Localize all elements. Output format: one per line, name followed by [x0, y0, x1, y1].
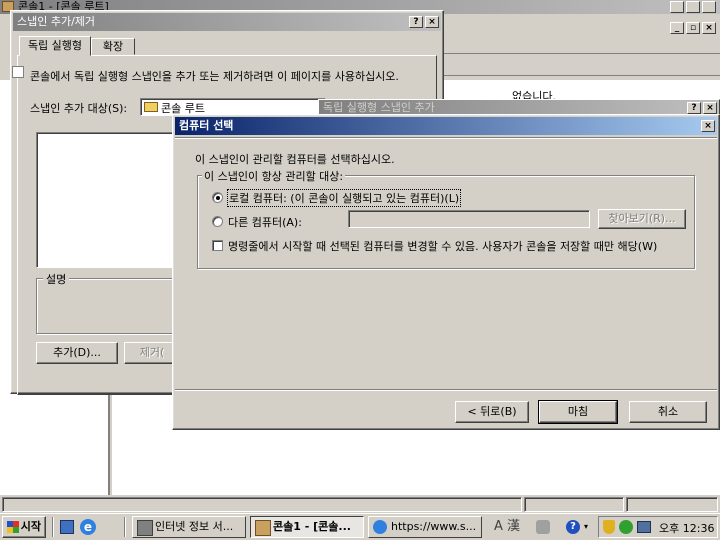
computer-header-separator [175, 137, 717, 139]
tray-security-icon[interactable] [619, 520, 633, 534]
add-button[interactable]: 추가(D)... [36, 342, 118, 364]
start-button[interactable]: 시작 [2, 516, 46, 538]
task-console[interactable]: 콘솔1 - [콘솔... [250, 516, 364, 538]
task-iis[interactable]: 인터넷 정보 서... [132, 516, 246, 538]
finish-button-label: 마침 [567, 405, 589, 418]
console-inner-controls: _ ▫ × [660, 20, 720, 36]
snapin-dialog-title: 스냅인 추가/제거 [17, 15, 96, 28]
status-cell-3 [626, 497, 718, 512]
browser-task-icon [373, 520, 387, 534]
clock: 오후 12:36 [659, 522, 715, 535]
console-task-icon [255, 520, 271, 536]
add-button-label: 추가(D)... [53, 346, 101, 359]
status-cell-2 [524, 497, 624, 512]
task-browser[interactable]: https://www.s... [368, 516, 482, 538]
other-computer-radio[interactable] [212, 216, 223, 227]
console-menubar [440, 38, 720, 54]
inner-restore-button[interactable]: ▫ [686, 22, 700, 34]
back-button-label: < 뒤로(B) [467, 405, 517, 418]
tab-extensions[interactable]: 확장 [91, 38, 135, 55]
description-group-label: 설명 [43, 271, 70, 287]
managed-target-group: 이 스냅인이 항상 관리할 대상: 로컬 컴퓨터: (이 콘솔이 실행되고 있는… [197, 168, 695, 269]
task-iis-label: 인터넷 정보 서... [155, 520, 234, 533]
ime-pad-icon[interactable] [536, 520, 550, 534]
tab-standalone[interactable]: 독립 실행형 [19, 36, 91, 56]
managed-target-label: 이 스냅인이 항상 관리할 대상: [202, 168, 346, 184]
computer-close-button[interactable]: × [701, 120, 715, 132]
ime-label: A 漢 [494, 519, 521, 534]
language-bar[interactable]: A 漢 [494, 518, 558, 536]
tab-page-icon [12, 66, 24, 78]
help-icon[interactable]: ? [566, 520, 580, 534]
local-computer-radio[interactable] [212, 192, 223, 203]
add-standalone-close-button[interactable]: × [703, 102, 717, 114]
console-close-button[interactable]: × [702, 1, 716, 13]
tray-shield-icon[interactable] [603, 520, 615, 534]
show-desktop-icon[interactable] [60, 520, 74, 534]
local-computer-label[interactable]: 로컬 컴퓨터: (이 콘솔이 실행되고 있는 컴퓨터)(L) [226, 189, 462, 207]
other-computer-input[interactable] [348, 210, 590, 228]
finish-button[interactable]: 마침 [538, 400, 618, 424]
allow-change-checkbox[interactable] [212, 240, 223, 251]
status-cell-1 [2, 497, 522, 512]
allow-change-label[interactable]: 명령줄에서 시작할 때 선택된 컴퓨터를 변경할 수 있음. 사용자가 콘솔을 … [228, 238, 657, 254]
snapin-close-button[interactable]: × [425, 16, 439, 28]
footer-separator [175, 389, 717, 391]
taskbar: 시작 e 인터넷 정보 서... 콘솔1 - [콘솔... https://ww… [0, 513, 720, 540]
console-restore-button[interactable]: ▫ [686, 1, 700, 13]
cancel-button-label: 취소 [657, 405, 679, 418]
snapin-description: 콘솔에서 독립 실행형 스냅인을 추가 또는 제거하려면 이 페이지를 사용하십… [30, 70, 399, 83]
computer-prompt: 이 스냅인이 관리할 컴퓨터를 선택하십시오. [195, 153, 395, 166]
computer-dialog-title: 컴퓨터 선택 [179, 119, 234, 132]
computer-dialog: 컴퓨터 선택 × 이 스냅인이 관리할 컴퓨터를 선택하십시오. 이 스냅인이 … [172, 114, 720, 430]
tab-extensions-label: 확장 [102, 40, 124, 53]
tray-options-icon[interactable]: ▾ [584, 520, 592, 534]
windows-logo-icon [7, 521, 19, 533]
other-computer-label[interactable]: 다른 컴퓨터(A): [228, 214, 302, 230]
taskbar-separator [124, 517, 126, 537]
tab-standalone-label: 독립 실행형 [27, 39, 83, 52]
task-browser-label: https://www.s... [391, 520, 477, 533]
quicklaunch-separator [52, 517, 54, 537]
computer-dialog-titlebar[interactable]: 컴퓨터 선택 × [175, 117, 717, 135]
add-to-label: 스냅인 추가 대상(S): [30, 102, 128, 115]
iis-icon [137, 520, 153, 536]
console-toolbar [440, 62, 720, 76]
remove-button-label: 제거( [139, 346, 165, 359]
add-standalone-help-button[interactable]: ? [687, 102, 701, 114]
console-minimize-button[interactable]: _ [670, 1, 684, 13]
system-tray: 오후 12:36 [598, 516, 718, 538]
browse-button-label: 찾아보기(R)... [608, 212, 676, 225]
internet-explorer-icon[interactable]: e [80, 519, 96, 535]
inner-close-button[interactable]: × [702, 22, 716, 34]
console-statusbar [0, 497, 720, 513]
snapin-help-button[interactable]: ? [409, 16, 423, 28]
snapin-dialog-titlebar[interactable]: 스냅인 추가/제거 ? × [13, 13, 441, 31]
start-label: 시작 [20, 520, 41, 533]
task-console-label: 콘솔1 - [콘솔... [273, 520, 351, 533]
snapin-list[interactable] [36, 132, 186, 268]
inner-minimize-button[interactable]: _ [670, 22, 684, 34]
browse-button: 찾아보기(R)... [598, 209, 686, 229]
tray-network-icon[interactable] [637, 521, 651, 533]
folder-icon [144, 102, 158, 112]
cancel-button[interactable]: 취소 [629, 401, 707, 423]
radio-dot [216, 196, 220, 200]
back-button[interactable]: < 뒤로(B) [455, 401, 529, 423]
